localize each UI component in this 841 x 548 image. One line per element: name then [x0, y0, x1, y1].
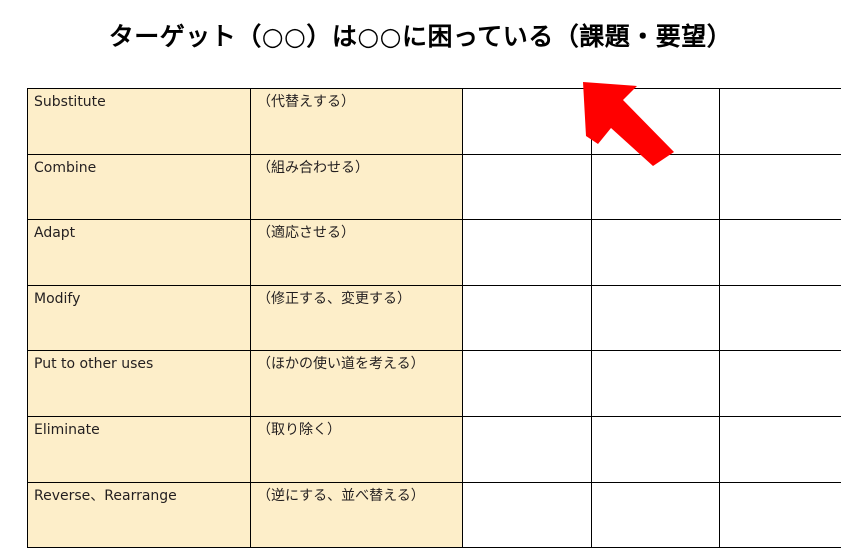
- table-row: Adapt （適応させる）: [28, 220, 841, 286]
- table-row: Reverse、Rearrange （逆にする、並べ替える）: [28, 482, 841, 548]
- cell-meaning[interactable]: （組み合わせる）: [251, 154, 463, 220]
- scamper-table: Substitute （代替えする） Combine （組み合わせる） Adap…: [27, 88, 841, 548]
- cell-blank-3[interactable]: [720, 285, 841, 351]
- cell-blank-1[interactable]: [463, 220, 592, 286]
- cell-term[interactable]: Reverse、Rearrange: [28, 482, 251, 548]
- table-row: Substitute （代替えする）: [28, 89, 841, 155]
- cell-blank-1[interactable]: [463, 482, 592, 548]
- table-row: Put to other uses （ほかの使い道を考える）: [28, 351, 841, 417]
- table-row: Modify （修正する、変更する）: [28, 285, 841, 351]
- cell-term[interactable]: Eliminate: [28, 416, 251, 482]
- slide-canvas: ターゲット（○○）は○○に困っている（課題・要望） Substitute （代替…: [0, 0, 841, 541]
- cell-blank-2[interactable]: [591, 351, 720, 417]
- table-row: Eliminate （取り除く）: [28, 416, 841, 482]
- cell-blank-1[interactable]: [463, 154, 592, 220]
- cell-term[interactable]: Adapt: [28, 220, 251, 286]
- cell-blank-3[interactable]: [720, 482, 841, 548]
- cell-blank-2[interactable]: [591, 416, 720, 482]
- cell-blank-1[interactable]: [463, 351, 592, 417]
- cell-meaning[interactable]: （修正する、変更する）: [251, 285, 463, 351]
- cell-term[interactable]: Combine: [28, 154, 251, 220]
- cell-meaning[interactable]: （代替えする）: [251, 89, 463, 155]
- cell-blank-3[interactable]: [720, 351, 841, 417]
- cell-blank-2[interactable]: [591, 285, 720, 351]
- cell-term[interactable]: Substitute: [28, 89, 251, 155]
- cell-blank-1[interactable]: [463, 89, 592, 155]
- cell-blank-1[interactable]: [463, 285, 592, 351]
- cell-blank-2[interactable]: [591, 89, 720, 155]
- page-title: ターゲット（○○）は○○に困っている（課題・要望）: [0, 20, 841, 54]
- cell-meaning[interactable]: （逆にする、並べ替える）: [251, 482, 463, 548]
- cell-term[interactable]: Modify: [28, 285, 251, 351]
- cell-blank-3[interactable]: [720, 154, 841, 220]
- cell-blank-2[interactable]: [591, 220, 720, 286]
- cell-blank-3[interactable]: [720, 89, 841, 155]
- table-row: Combine （組み合わせる）: [28, 154, 841, 220]
- cell-term[interactable]: Put to other uses: [28, 351, 251, 417]
- scamper-table-body: Substitute （代替えする） Combine （組み合わせる） Adap…: [28, 89, 841, 548]
- cell-blank-1[interactable]: [463, 416, 592, 482]
- cell-blank-3[interactable]: [720, 416, 841, 482]
- cell-meaning[interactable]: （ほかの使い道を考える）: [251, 351, 463, 417]
- cell-meaning[interactable]: （取り除く）: [251, 416, 463, 482]
- cell-blank-3[interactable]: [720, 220, 841, 286]
- cell-meaning[interactable]: （適応させる）: [251, 220, 463, 286]
- cell-blank-2[interactable]: [591, 482, 720, 548]
- cell-blank-2[interactable]: [591, 154, 720, 220]
